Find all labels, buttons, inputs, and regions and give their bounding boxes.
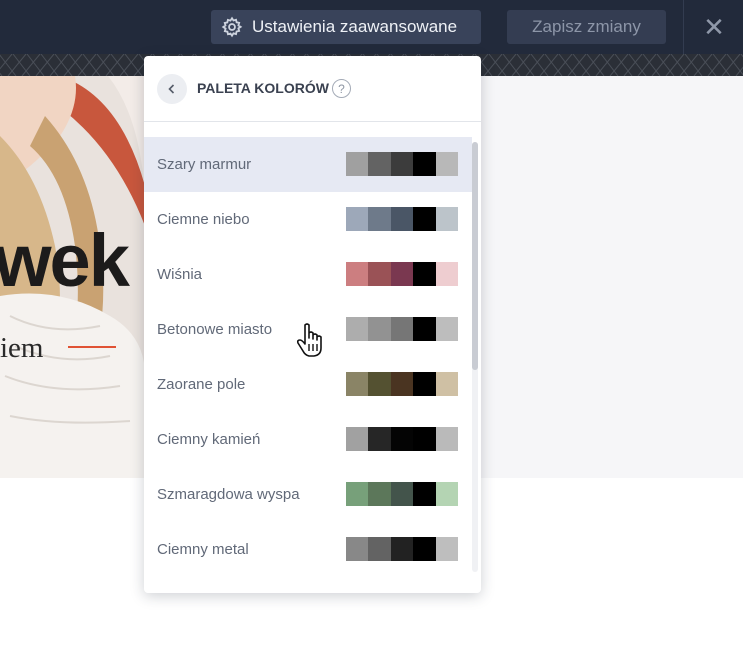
color-swatch (390, 207, 414, 231)
help-icon[interactable]: ? (332, 79, 351, 98)
color-swatch (413, 152, 436, 176)
panel-header: PALETA KOLORÓW ? (144, 56, 481, 122)
scrollbar[interactable] (472, 142, 478, 572)
color-swatch (435, 482, 458, 506)
color-swatch (435, 152, 458, 176)
editor-screen: Ustawienia zaawansowane Zapisz zmiany ✕ … (0, 0, 743, 648)
palette-option[interactable]: Szmaragdowa wyspa (144, 467, 472, 522)
color-swatch (435, 372, 458, 396)
palette-name: Betonowe miasto (157, 321, 273, 338)
palette-option[interactable]: Ciemny kamień (144, 412, 472, 467)
palette-option[interactable]: Zaorane pole (144, 357, 472, 412)
color-swatch (368, 427, 391, 451)
color-swatch (368, 317, 391, 341)
hero-subheading: iem (0, 332, 44, 364)
color-swatch (390, 152, 414, 176)
color-swatch (346, 317, 369, 341)
color-swatch (413, 372, 436, 396)
color-swatch (346, 427, 369, 451)
color-swatch (368, 207, 391, 231)
color-swatch (435, 262, 458, 286)
color-swatch (413, 207, 436, 231)
palette-swatches (346, 207, 458, 231)
chevron-left-icon (168, 84, 175, 94)
palette-name: Ciemne niebo (157, 211, 250, 228)
color-swatch (413, 262, 436, 286)
color-swatch (368, 372, 391, 396)
color-swatch (346, 372, 369, 396)
color-swatch (368, 482, 391, 506)
palette-swatches (346, 317, 458, 341)
accent-line (68, 346, 116, 348)
color-swatch (346, 537, 369, 561)
back-button[interactable] (157, 74, 187, 104)
color-swatch (368, 152, 391, 176)
color-swatch (368, 262, 391, 286)
hero-heading: wek (0, 219, 130, 302)
save-changes-button[interactable]: Zapisz zmiany (507, 10, 666, 44)
color-swatch (413, 427, 436, 451)
color-swatch (390, 537, 414, 561)
color-swatch (390, 317, 414, 341)
color-swatch (368, 537, 391, 561)
palette-swatches (346, 482, 458, 506)
palette-name: Szary marmur (157, 156, 252, 173)
color-swatch (435, 317, 458, 341)
palette-name: Zaorane pole (157, 376, 246, 393)
hero-photo: wek iem (0, 76, 145, 478)
panel-title: PALETA KOLORÓW (197, 80, 329, 96)
palette-swatches (346, 152, 458, 176)
palette-name: Ciemny kamień (157, 431, 261, 448)
scrollbar-thumb[interactable] (472, 142, 478, 370)
palette-swatches (346, 427, 458, 451)
advanced-settings-button[interactable]: Ustawienia zaawansowane (211, 10, 481, 44)
color-swatch (346, 152, 369, 176)
advanced-settings-label: Ustawienia zaawansowane (252, 17, 458, 36)
color-swatch (390, 372, 414, 396)
palette-swatches (346, 262, 458, 286)
color-swatch (413, 317, 436, 341)
palette-name: Wiśnia (157, 266, 203, 283)
color-swatch (435, 537, 458, 561)
palette-swatches (346, 537, 458, 561)
gear-icon (221, 16, 243, 38)
hand-cursor-icon (296, 323, 322, 357)
palette-option[interactable]: Ciemne niebo (144, 192, 472, 247)
palette-name: Szmaragdowa wyspa (157, 486, 300, 503)
color-swatch (390, 482, 414, 506)
palette-name: Ciemny metal (157, 541, 249, 558)
top-bar: Ustawienia zaawansowane Zapisz zmiany ✕ (0, 0, 743, 54)
close-icon[interactable]: ✕ (700, 12, 728, 42)
palette-swatches (346, 372, 458, 396)
topbar-divider (683, 0, 684, 54)
palette-option[interactable]: Szary marmur (144, 137, 472, 192)
color-swatch (413, 537, 436, 561)
color-swatch (390, 427, 414, 451)
color-swatch (435, 427, 458, 451)
color-swatch (346, 207, 369, 231)
color-swatch (435, 207, 458, 231)
palette-option[interactable]: Wiśnia (144, 247, 472, 302)
color-swatch (346, 262, 369, 286)
color-swatch (346, 482, 369, 506)
palette-option[interactable]: Ciemny metal (144, 522, 472, 577)
color-swatch (390, 262, 414, 286)
color-swatch (413, 482, 436, 506)
